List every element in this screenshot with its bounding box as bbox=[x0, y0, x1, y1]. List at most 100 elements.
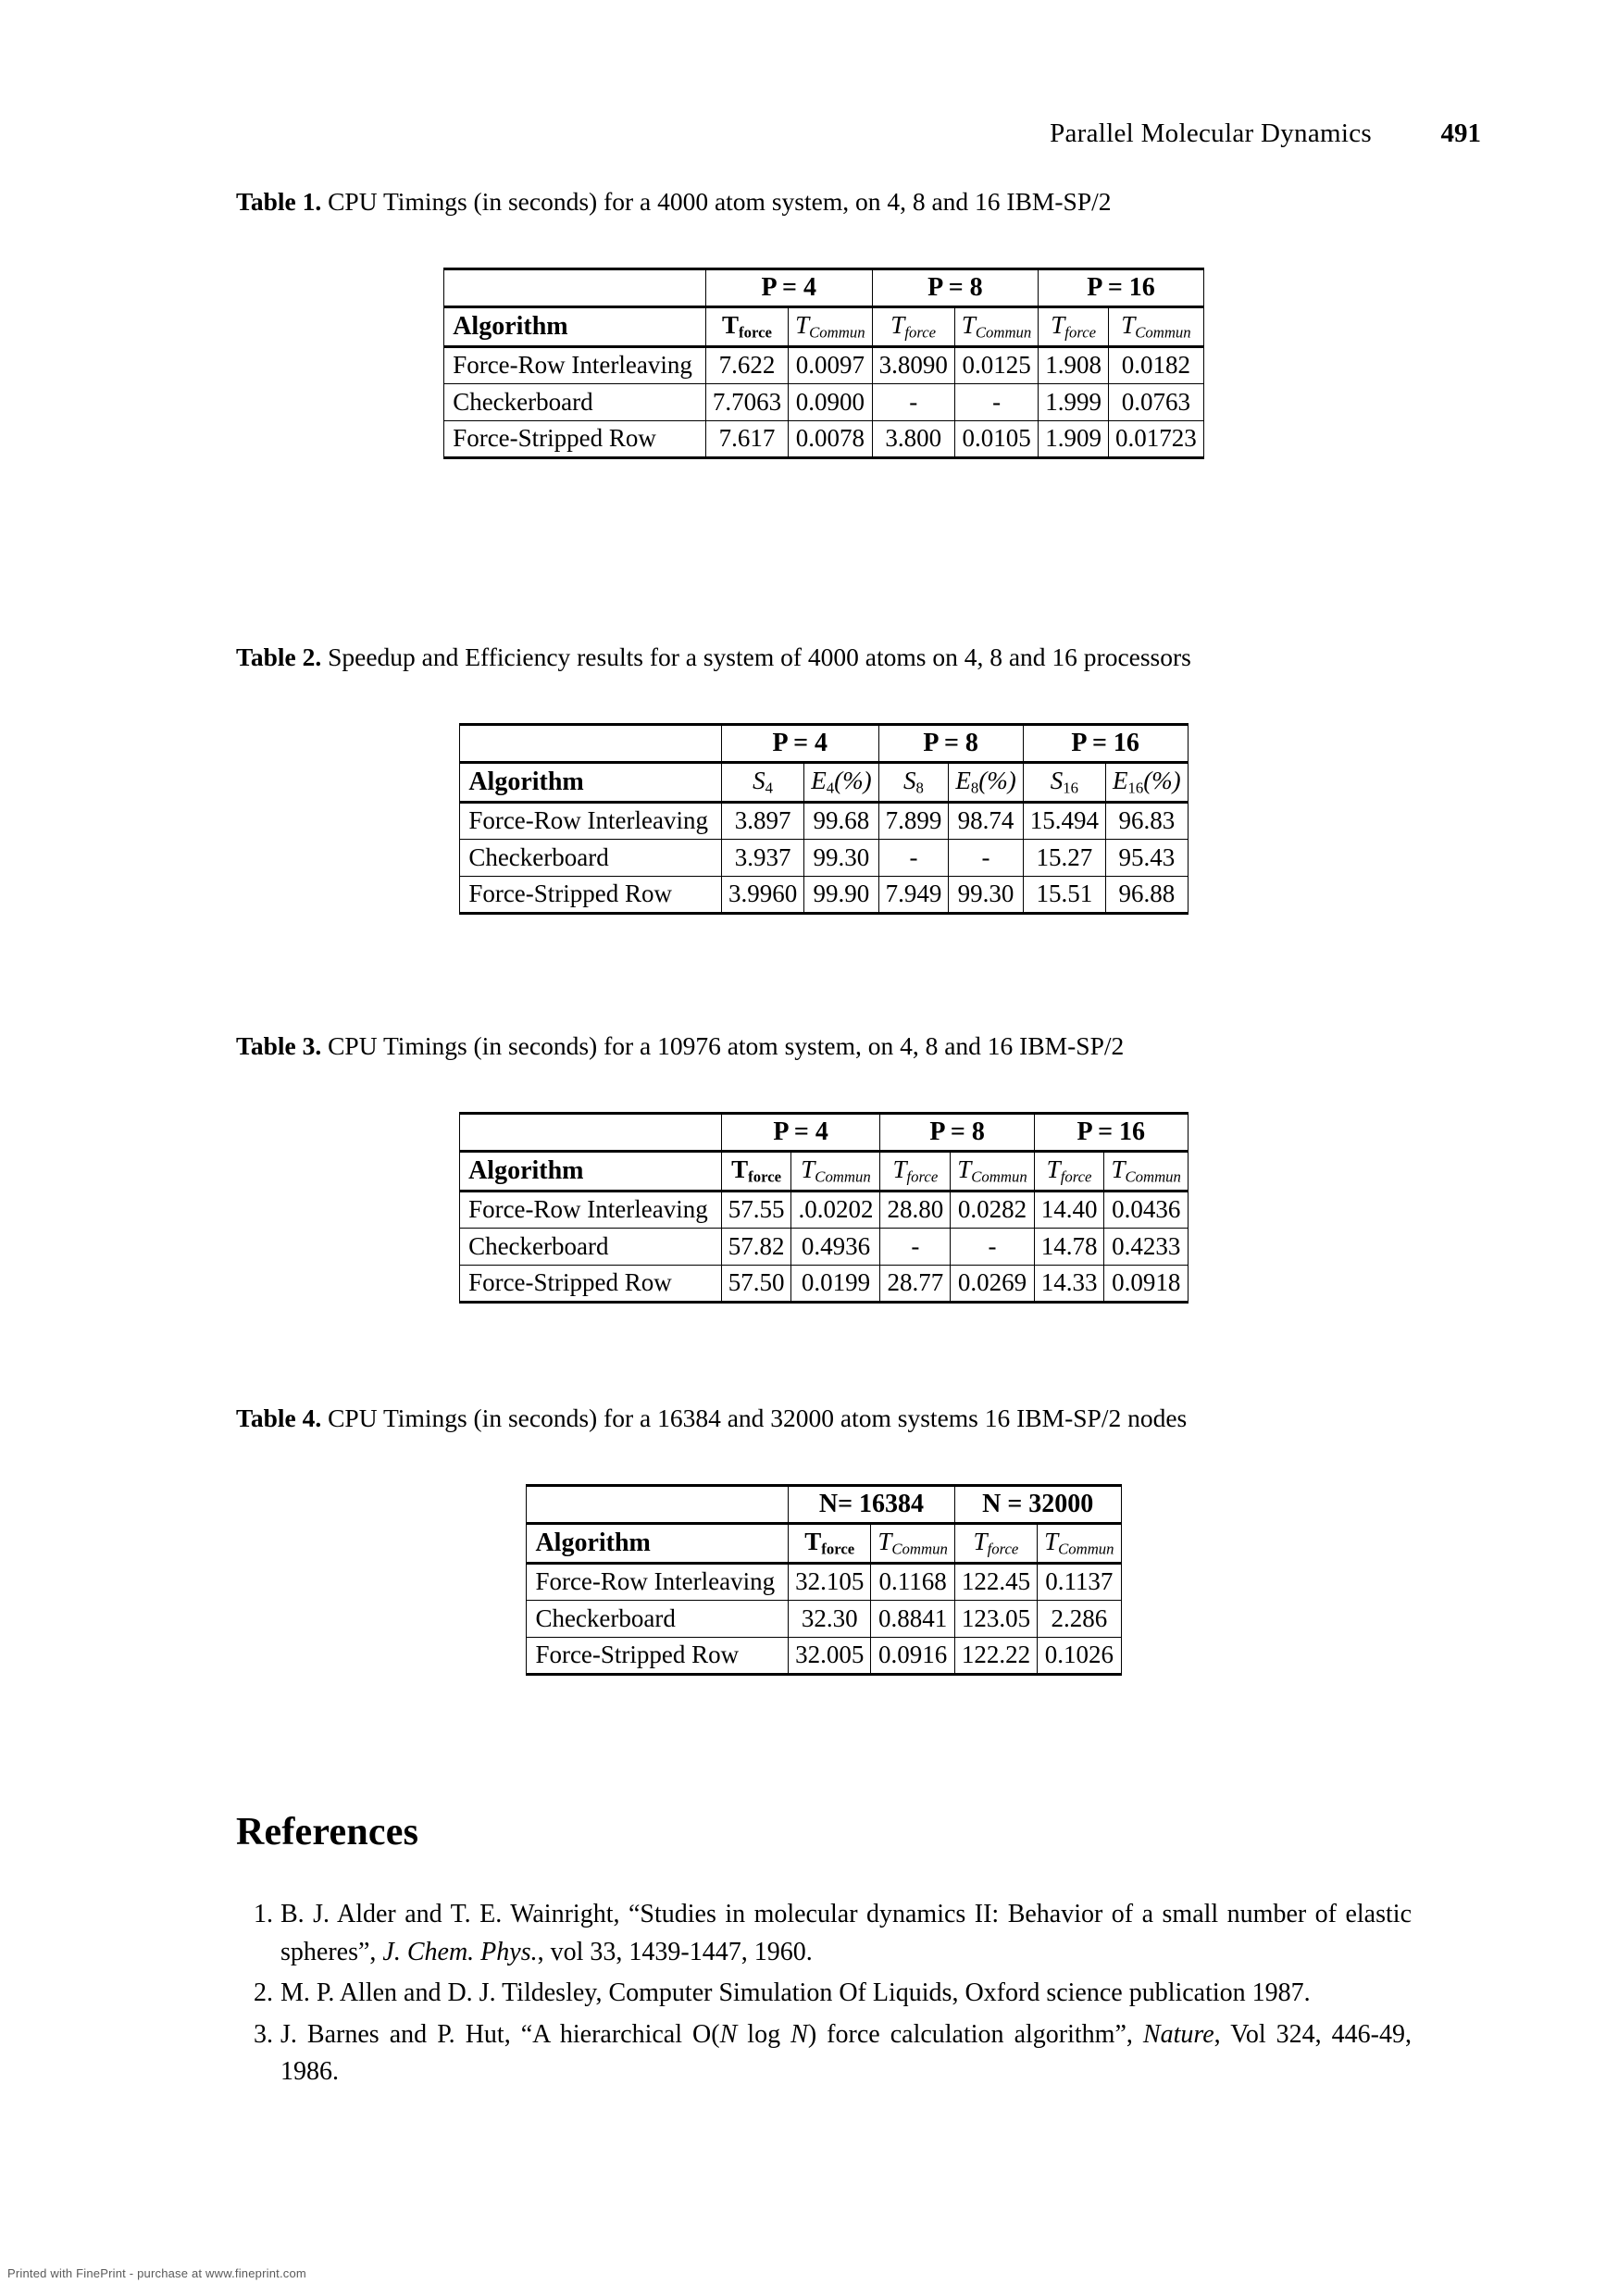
table-4-cell-0-1: 0.1168 bbox=[870, 1562, 955, 1601]
table-3-subheader-tcommun-p8: TCommun bbox=[950, 1150, 1035, 1192]
table-1-subheader-tcommun-p4: TCommun bbox=[788, 306, 873, 348]
table-2-cell-2-2: 7.949 bbox=[877, 875, 950, 915]
table-3-cell-0-5: 0.0436 bbox=[1103, 1190, 1189, 1229]
table-row: Algorithm S4 E4(%) S8 E8(%) S16 E16(%) bbox=[459, 761, 1189, 804]
table-3-cell-0-3: 0.0282 bbox=[950, 1190, 1035, 1229]
table-row: Checkerboard 7.7063 0.0900 - - 1.999 0.0… bbox=[443, 382, 1204, 421]
reference-2-number: 2. bbox=[254, 1978, 273, 2008]
table-1-cell-2-3: 0.0105 bbox=[953, 419, 1039, 459]
table-3-cell-1-0: 57.82 bbox=[720, 1227, 792, 1266]
table-row: Checkerboard 32.30 0.8841 123.05 2.286 bbox=[526, 1599, 1122, 1638]
table-1: P = 4 P = 8 P = 16 Algorithm Tforce TCom… bbox=[443, 268, 1204, 459]
table-3-cell-2-2: 28.77 bbox=[879, 1264, 952, 1304]
table-3-row-1-algorithm: Checkerboard bbox=[459, 1227, 722, 1266]
table-4-wrapper: N= 16384 N = 32000 Algorithm Tforce TCom… bbox=[236, 1484, 1412, 1676]
table-4-cell-1-1: 0.8841 bbox=[870, 1599, 955, 1638]
table-2: P = 4 P = 8 P = 16 Algorithm S4 E4(%) S8… bbox=[459, 723, 1189, 915]
table-2-wrapper: P = 4 P = 8 P = 16 Algorithm S4 E4(%) S8… bbox=[236, 723, 1412, 915]
table-2-cell-0-3: 98.74 bbox=[948, 801, 1024, 840]
table-3-cell-2-5: 0.0918 bbox=[1103, 1264, 1189, 1304]
table-3-group-p16: P = 16 bbox=[1033, 1112, 1189, 1153]
table-4-cell-2-0: 32.005 bbox=[788, 1636, 872, 1676]
table-1-cell-1-2: - bbox=[871, 382, 955, 421]
table-4-cell-0-3: 0.1137 bbox=[1037, 1562, 1122, 1601]
table-3-cell-1-4: 14.78 bbox=[1033, 1227, 1105, 1266]
table-4-cell-2-2: 122.22 bbox=[953, 1636, 1039, 1676]
table-3-cell-2-4: 14.33 bbox=[1033, 1264, 1105, 1304]
table-2-cell-1-5: 95.43 bbox=[1104, 838, 1189, 877]
table-2-subheader-e4: E4(%) bbox=[803, 761, 879, 804]
table-2-row-0-algorithm: Force-Row Interleaving bbox=[459, 801, 722, 840]
table-2-algorithm-header: Algorithm bbox=[459, 761, 722, 804]
table-3: P = 4 P = 8 P = 16 Algorithm Tforce TCom… bbox=[459, 1112, 1189, 1304]
table-3-row-2-algorithm: Force-Stripped Row bbox=[459, 1264, 722, 1304]
table-1-block: Table 1. CPU Timings (in seconds) for a … bbox=[236, 183, 1412, 459]
table-4-cell-2-1: 0.0916 bbox=[870, 1636, 955, 1676]
table-2-label: Table 2. bbox=[236, 643, 322, 671]
table-2-group-p16: P = 16 bbox=[1022, 723, 1189, 764]
table-2-cell-1-4: 15.27 bbox=[1022, 838, 1106, 877]
table-3-wrapper: P = 4 P = 8 P = 16 Algorithm Tforce TCom… bbox=[236, 1112, 1412, 1304]
table-row: Algorithm Tforce TCommun Tforce TCommun … bbox=[443, 306, 1204, 348]
table-3-caption-text: CPU Timings (in seconds) for a 10976 ato… bbox=[321, 1031, 1125, 1060]
table-2-cell-1-3: - bbox=[948, 838, 1024, 877]
table-3-subheader-tforce-p4: Tforce bbox=[720, 1150, 792, 1192]
table-2-cell-2-0: 3.9960 bbox=[720, 875, 805, 915]
table-1-subheader-tforce-p16: Tforce bbox=[1038, 306, 1110, 348]
table-4-label: Table 4. bbox=[236, 1404, 322, 1432]
table-4-cell-1-3: 2.286 bbox=[1037, 1599, 1122, 1638]
table-1-cell-2-0: 7.617 bbox=[704, 419, 790, 459]
table-4-cell-1-2: 123.05 bbox=[953, 1599, 1039, 1638]
table-1-subheader-tforce-p8: Tforce bbox=[871, 306, 955, 348]
table-1-cell-1-4: 1.999 bbox=[1038, 382, 1110, 421]
table-row: Force-Stripped Row 3.9960 99.90 7.949 99… bbox=[459, 875, 1189, 915]
table-row: Force-Row Interleaving 7.622 0.0097 3.80… bbox=[443, 345, 1204, 384]
table-2-cell-1-2: - bbox=[877, 838, 950, 877]
table-2-block: Table 2. Speedup and Efficiency results … bbox=[236, 639, 1412, 915]
table-1-caption-text: CPU Timings (in seconds) for a 4000 atom… bbox=[321, 187, 1112, 216]
list-item: 3. J. Barnes and P. Hut, “A hierarchical … bbox=[236, 2016, 1412, 2091]
table-1-cell-0-0: 7.622 bbox=[704, 345, 790, 384]
table-3-row-0-algorithm: Force-Row Interleaving bbox=[459, 1190, 722, 1229]
table-row: P = 4 P = 8 P = 16 bbox=[459, 723, 1189, 764]
table-3-cell-1-1: 0.4936 bbox=[790, 1227, 881, 1266]
table-row: Force-Row Interleaving 57.55 .0.0202 28.… bbox=[459, 1190, 1189, 1229]
table-3-cell-1-5: 0.4233 bbox=[1103, 1227, 1189, 1266]
table-4-corner-cell bbox=[526, 1484, 790, 1525]
document-page: Parallel Molecular Dynamics 491 Table 1.… bbox=[0, 0, 1618, 2296]
table-1-row-1-algorithm: Checkerboard bbox=[443, 382, 706, 421]
table-4-caption-text: CPU Timings (in seconds) for a 16384 and… bbox=[321, 1404, 1188, 1432]
table-4-cell-1-0: 32.30 bbox=[788, 1599, 872, 1638]
table-1-cell-1-5: 0.0763 bbox=[1108, 382, 1204, 421]
table-1-label: Table 1. bbox=[236, 187, 322, 216]
table-3-cell-0-1: .0.0202 bbox=[790, 1190, 881, 1229]
table-1-cell-2-4: 1.909 bbox=[1038, 419, 1110, 459]
table-1-cell-1-0: 7.7063 bbox=[704, 382, 790, 421]
references-list: 1. B. J. Alder and T. E. Wainright, “Stud… bbox=[236, 1896, 1412, 2091]
table-row: Algorithm Tforce TCommun Tforce TCommun bbox=[526, 1522, 1122, 1565]
running-head-title: Parallel Molecular Dynamics bbox=[1050, 119, 1372, 148]
table-4-cell-2-3: 0.1026 bbox=[1037, 1636, 1122, 1676]
running-head: Parallel Molecular Dynamics 491 bbox=[157, 119, 1481, 149]
table-row: Force-Stripped Row 7.617 0.0078 3.800 0.… bbox=[443, 419, 1204, 459]
table-4-cell-0-0: 32.105 bbox=[788, 1562, 872, 1601]
table-1-cell-0-1: 0.0097 bbox=[788, 345, 873, 384]
table-4-algorithm-header: Algorithm bbox=[526, 1522, 790, 1565]
table-1-subheader-tcommun-p8: TCommun bbox=[953, 306, 1039, 348]
table-3-subheader-tforce-p8: Tforce bbox=[879, 1150, 952, 1192]
table-1-cell-0-5: 0.0182 bbox=[1108, 345, 1204, 384]
table-4-group-n32000: N = 32000 bbox=[953, 1484, 1122, 1525]
table-3-group-p4: P = 4 bbox=[720, 1112, 881, 1153]
table-2-cell-1-1: 99.30 bbox=[803, 838, 879, 877]
table-4: N= 16384 N = 32000 Algorithm Tforce TCom… bbox=[526, 1484, 1122, 1676]
table-3-label: Table 3. bbox=[236, 1031, 322, 1060]
table-2-cell-1-0: 3.937 bbox=[720, 838, 805, 877]
table-row: Checkerboard 3.937 99.30 - - 15.27 95.43 bbox=[459, 838, 1189, 877]
table-1-row-0-algorithm: Force-Row Interleaving bbox=[443, 345, 706, 384]
table-2-corner-cell bbox=[459, 723, 722, 764]
table-2-cell-2-5: 96.88 bbox=[1104, 875, 1189, 915]
table-row: Force-Row Interleaving 3.897 99.68 7.899… bbox=[459, 801, 1189, 840]
table-2-cell-2-3: 99.30 bbox=[948, 875, 1024, 915]
reference-3-number: 3. bbox=[254, 2019, 273, 2049]
table-2-subheader-s8: S8 bbox=[877, 761, 950, 804]
